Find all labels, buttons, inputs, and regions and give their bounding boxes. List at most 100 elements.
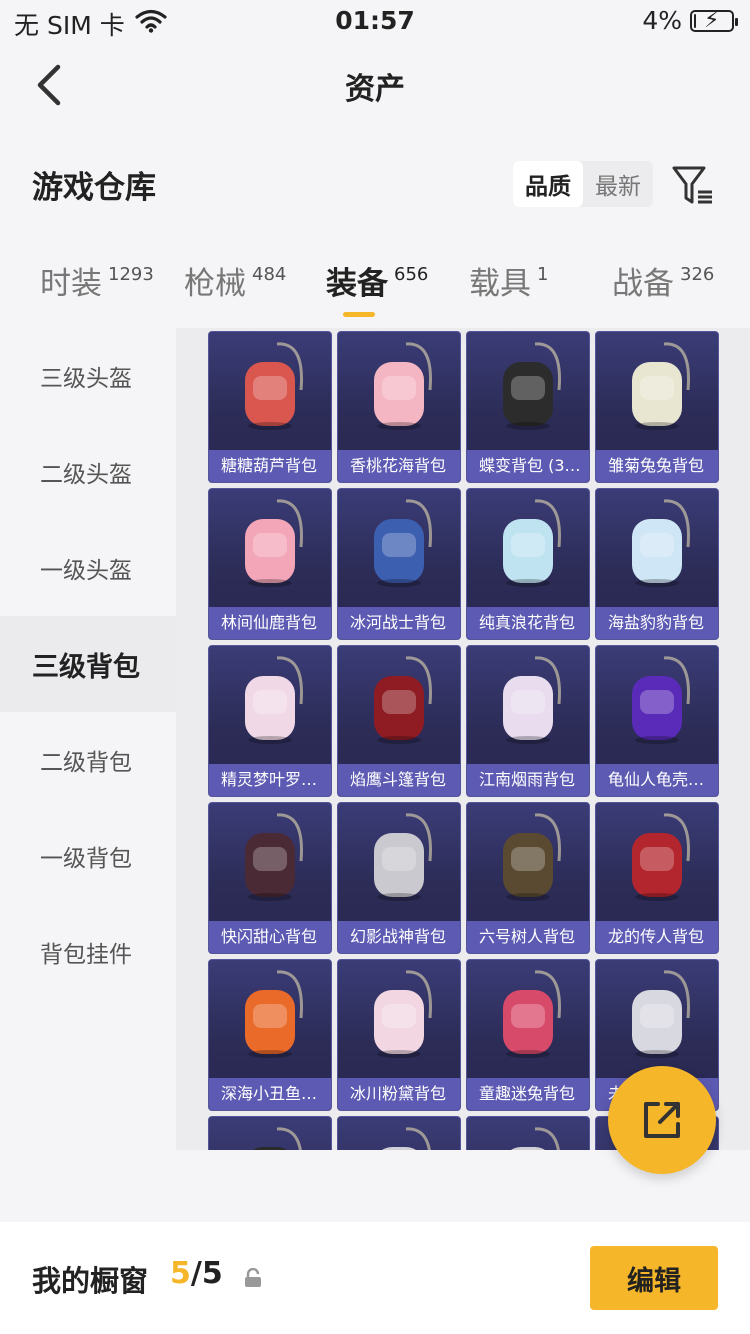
tab-label: 枪械 <box>184 266 246 302</box>
backpack-icon <box>374 970 432 1058</box>
backpack-icon <box>253 1127 302 1150</box>
item-card[interactable]: 纯真浪花背包 <box>466 488 590 640</box>
item-card[interactable]: 香桃花海背包 <box>337 331 461 483</box>
battery-percent: 4% <box>642 6 682 35</box>
item-card[interactable]: 糖糖葫芦背包 <box>208 331 332 483</box>
tab-fashion[interactable]: 时装 1293 <box>40 258 154 303</box>
item-name: 幻影战神背包 <box>338 921 460 953</box>
tab-equipment[interactable]: 装备 656 <box>326 258 428 303</box>
item-card[interactable]: 深海小丑鱼背包 <box>208 959 332 1111</box>
item-name: 蝶变背包 (3级) <box>467 450 589 482</box>
category-tabs: 时装 1293 枪械 484 装备 656 载具 1 战备 326 <box>0 258 750 328</box>
warehouse-title: 游戏仓库 <box>32 170 156 206</box>
sort-toggle: 品质 最新 <box>513 161 653 207</box>
item-name: 香桃花海背包 <box>338 450 460 482</box>
backpack-icon <box>503 342 561 430</box>
tab-count: 326 <box>680 264 715 285</box>
tab-guns[interactable]: 枪械 484 <box>184 258 286 303</box>
page-title: 资产 <box>345 72 405 107</box>
item-card[interactable] <box>337 1116 461 1150</box>
showcase-total: /5 <box>190 1256 223 1291</box>
backpack-icon <box>632 656 690 744</box>
item-card[interactable]: 龙的传人背包 <box>595 802 719 954</box>
item-card[interactable]: 雏菊兔兔背包 <box>595 331 719 483</box>
backpack-icon <box>374 813 432 901</box>
item-card[interactable]: 江南烟雨背包 <box>466 645 590 797</box>
sidebar-item-backpack-2[interactable]: 二级背包 <box>0 712 176 808</box>
item-name: 深海小丑鱼背包 <box>209 1078 331 1110</box>
sidebar: 三级头盔 二级头盔 一级头盔 三级背包 二级背包 一级背包 背包挂件 <box>0 328 176 1148</box>
item-card[interactable] <box>466 1116 590 1150</box>
tab-label: 战备 <box>612 266 674 302</box>
item-name: 龙的传人背包 <box>596 921 718 953</box>
item-card[interactable]: 六号树人背包 <box>466 802 590 954</box>
item-name: 江南烟雨背包 <box>467 764 589 796</box>
item-name: 冰河战士背包 <box>338 607 460 639</box>
sort-by-newest[interactable]: 最新 <box>583 161 653 207</box>
edit-button[interactable]: 编辑 <box>590 1246 718 1310</box>
item-name: 冰川粉黛背包 <box>338 1078 460 1110</box>
item-card[interactable]: 快闪甜心背包 <box>208 802 332 954</box>
item-card[interactable]: 龟仙人龟壳背包 <box>595 645 719 797</box>
item-name: 林间仙鹿背包 <box>209 607 331 639</box>
item-name: 六号树人背包 <box>467 921 589 953</box>
item-grid: 糖糖葫芦背包 香桃花海背包 蝶变背包 (3级) 雏菊兔兔背包林间仙鹿背包 冰河战士背包纯… <box>208 331 719 1150</box>
item-card[interactable]: 精灵梦叶罗背包 <box>208 645 332 797</box>
battery-icon: ⚡ <box>690 7 738 33</box>
sidebar-item-backpack-1[interactable]: 一级背包 <box>0 808 176 904</box>
sidebar-item-helmet-3[interactable]: 三级头盔 <box>0 328 176 424</box>
sidebar-item-helmet-1[interactable]: 一级头盔 <box>0 520 176 616</box>
status-time: 01:57 <box>335 6 415 35</box>
bottom-bar: 我的橱窗 5/5 编辑 <box>0 1222 750 1334</box>
backpack-icon <box>632 499 690 587</box>
item-card[interactable]: 焰鹰斗篷背包 <box>337 645 461 797</box>
backpack-icon <box>503 970 561 1058</box>
nav-bar: 资产 <box>0 50 750 120</box>
tab-gear[interactable]: 战备 326 <box>612 258 714 303</box>
tab-vehicles[interactable]: 载具 1 <box>469 258 548 303</box>
share-icon <box>644 1102 680 1138</box>
item-card[interactable]: 蝶变背包 (3级) <box>466 331 590 483</box>
status-right: 4% ⚡ <box>642 6 738 35</box>
backpack-icon <box>503 813 561 901</box>
active-tab-indicator <box>343 312 375 317</box>
backpack-icon <box>511 1127 560 1150</box>
item-name: 龟仙人龟壳背包 <box>596 764 718 796</box>
share-button[interactable] <box>608 1066 716 1174</box>
backpack-icon <box>374 499 432 587</box>
showcase-count: 5/5 <box>170 1256 223 1291</box>
tab-label: 载具 <box>469 266 531 302</box>
backpack-icon <box>245 499 303 587</box>
item-name: 精灵梦叶罗背包 <box>209 764 331 796</box>
sort-by-quality[interactable]: 品质 <box>513 161 583 207</box>
lock-icon <box>245 1268 261 1287</box>
backpack-icon <box>382 1127 431 1150</box>
item-name: 海盐豹豹背包 <box>596 607 718 639</box>
tab-label: 装备 <box>326 266 388 302</box>
sidebar-item-backpack-3[interactable]: 三级背包 <box>0 616 176 712</box>
item-card[interactable] <box>208 1116 332 1150</box>
item-card[interactable]: 童趣迷兔背包 <box>466 959 590 1111</box>
item-name: 糖糖葫芦背包 <box>209 450 331 482</box>
charging-icon: ⚡ <box>704 7 720 33</box>
backpack-icon <box>632 342 690 430</box>
filter-icon[interactable] <box>670 162 716 208</box>
backpack-icon <box>374 656 432 744</box>
item-card[interactable]: 幻影战神背包 <box>337 802 461 954</box>
item-card[interactable]: 冰河战士背包 <box>337 488 461 640</box>
item-name: 童趣迷兔背包 <box>467 1078 589 1110</box>
backpack-icon <box>245 656 303 744</box>
sidebar-item-helmet-2[interactable]: 二级头盔 <box>0 424 176 520</box>
sidebar-item-backpack-charm[interactable]: 背包挂件 <box>0 904 176 1000</box>
item-card[interactable]: 林间仙鹿背包 <box>208 488 332 640</box>
showcase-used: 5 <box>170 1256 191 1291</box>
item-name: 纯真浪花背包 <box>467 607 589 639</box>
tab-count: 1293 <box>108 264 154 285</box>
tab-count: 1 <box>537 264 549 285</box>
item-name: 快闪甜心背包 <box>209 921 331 953</box>
status-bar: 无 SIM 卡 01:57 4% ⚡ <box>0 0 750 42</box>
backpack-icon <box>503 499 561 587</box>
item-card[interactable]: 海盐豹豹背包 <box>595 488 719 640</box>
backpack-icon <box>632 970 690 1058</box>
item-card[interactable]: 冰川粉黛背包 <box>337 959 461 1111</box>
